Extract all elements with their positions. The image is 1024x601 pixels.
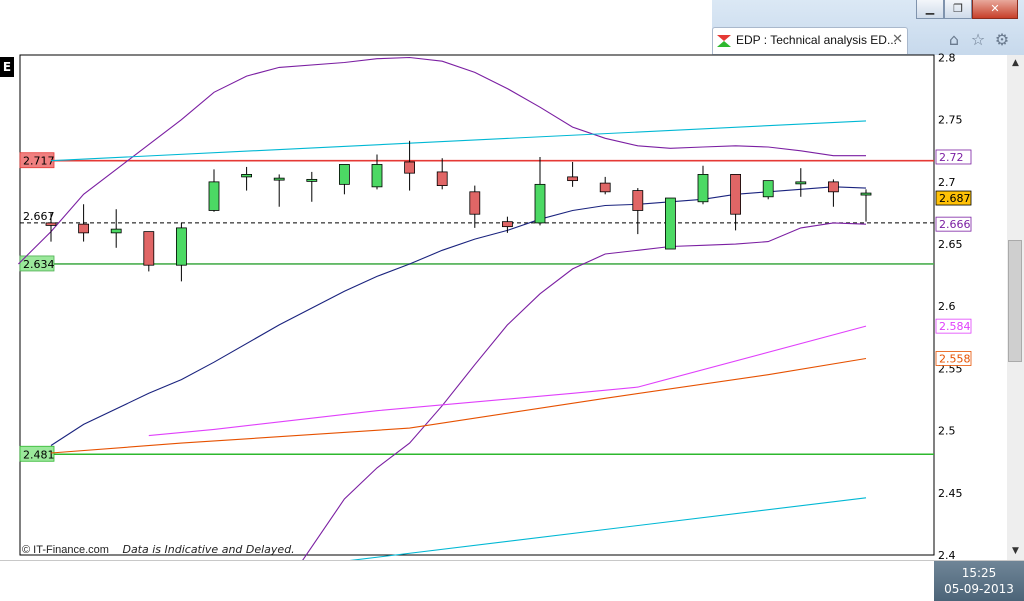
candle-body — [534, 183, 546, 224]
clock-time: 15:25 — [961, 566, 997, 580]
y-tick-label: 2.45 — [938, 487, 963, 500]
candle-body — [45, 222, 57, 226]
price-tag-label: 2.666 — [939, 218, 971, 231]
plot-frame — [19, 54, 935, 556]
candle-body — [795, 181, 807, 185]
scroll-thumb[interactable] — [1008, 240, 1022, 362]
clock-date: 05-09-2013 — [944, 582, 1014, 596]
y-tick-label: 2.75 — [938, 114, 963, 127]
level-label: 2.481 — [23, 448, 55, 461]
price-tag-label: 2.558 — [939, 352, 971, 365]
candle-body — [404, 161, 416, 174]
candle-body — [697, 174, 709, 203]
level-label: 2.634 — [23, 258, 55, 271]
candle-body — [371, 164, 383, 188]
candle-body — [632, 190, 644, 211]
y-tick-label: 2.65 — [938, 238, 963, 251]
level-label: 2.717 — [23, 155, 55, 168]
indicator-line — [50, 186, 867, 446]
candle-body — [599, 182, 611, 193]
y-tick-label: 2.5 — [938, 425, 956, 438]
indicator-line — [50, 120, 867, 162]
taskbar-clock[interactable]: 15:25 05-09-2013 — [934, 561, 1024, 601]
chart-footer: © IT-Finance.com Data is Indicative and … — [22, 543, 295, 556]
indicator-line — [148, 325, 867, 437]
candle-body — [436, 171, 448, 186]
y-tick-label: 2.6 — [938, 300, 956, 313]
price-tag-label: 2.687 — [939, 192, 971, 205]
candle-body — [78, 223, 89, 234]
candle-body — [273, 177, 285, 181]
candle-body — [828, 181, 839, 193]
scroll-down-arrow-icon[interactable]: ▼ — [1007, 543, 1024, 560]
scroll-up-arrow-icon[interactable]: ▲ — [1007, 55, 1024, 72]
candle-body — [665, 197, 676, 250]
candle-body — [469, 191, 481, 215]
vertical-scrollbar[interactable]: ▲ ▼ — [1007, 55, 1024, 560]
price-tag-label: 2.72 — [939, 151, 964, 164]
candle-body — [306, 178, 318, 182]
candle-body — [110, 228, 122, 234]
indicator-line — [50, 357, 867, 454]
taskbar: 15:25 05-09-2013 — [0, 560, 1024, 601]
candle-body — [338, 164, 350, 185]
candle-body — [567, 176, 578, 182]
price-tag-label: 2.584 — [939, 320, 971, 333]
indicator-line — [344, 497, 867, 562]
candle-body — [241, 174, 253, 178]
disclaimer-label: Data is Indicative and Delayed. — [122, 543, 295, 556]
y-tick-label: 2.8 — [938, 51, 956, 64]
candle-body — [501, 221, 513, 228]
candle-body — [730, 174, 741, 215]
candle-body — [143, 231, 155, 266]
candle-body — [860, 192, 872, 196]
candle-body — [175, 227, 187, 266]
candle-body — [208, 181, 220, 211]
candle-body — [762, 180, 774, 198]
source-label: © IT-Finance.com — [22, 544, 109, 556]
y-tick-label: 2.7 — [938, 176, 956, 189]
level-label: 2.667 — [23, 210, 55, 223]
candlestick-chart: 2.82.752.72.652.62.552.52.452.42.7172.63… — [18, 51, 972, 562]
